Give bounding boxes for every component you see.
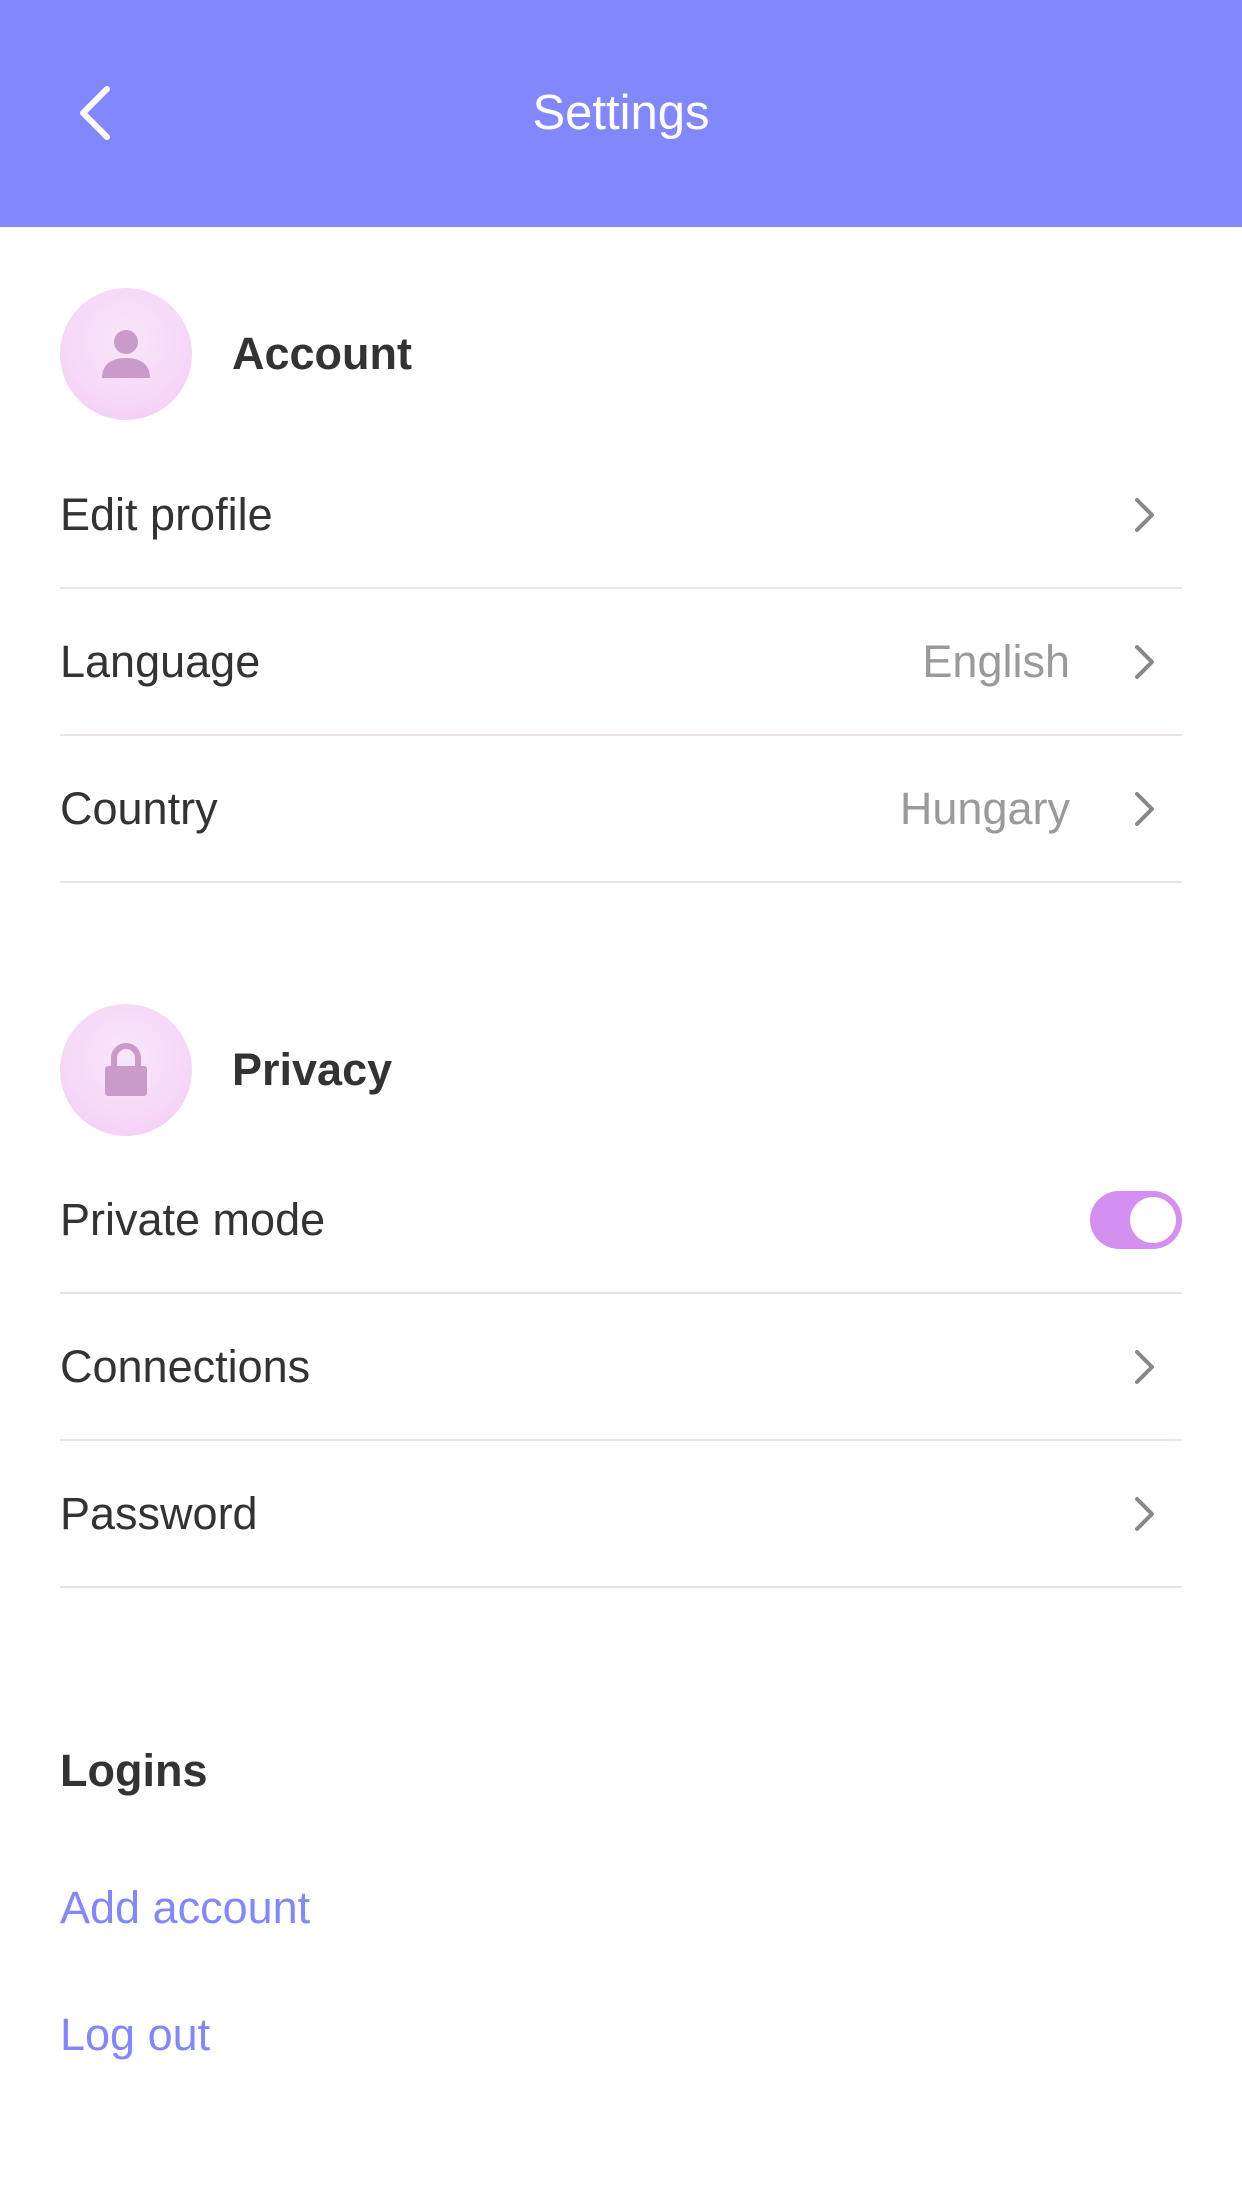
privacy-section-header: Privacy [60,1004,392,1136]
language-value: English [922,636,1070,687]
chevron-right-icon [1130,1494,1160,1534]
private-mode-row: Private mode [60,1148,1182,1294]
add-account-link[interactable]: Add account [60,1882,310,1934]
chevron-right-icon [1130,789,1160,829]
account-section-header: Account [60,288,412,420]
log-out-link[interactable]: Log out [60,2009,210,2061]
chevron-right-icon [1130,495,1160,535]
account-icon-badge [60,288,192,420]
logins-section-title: Logins [60,1745,208,1796]
privacy-section-title: Privacy [232,1044,393,1095]
language-row[interactable]: Language English [60,590,1182,736]
privacy-icon-badge [60,1004,192,1136]
private-mode-toggle[interactable] [1090,1191,1182,1249]
connections-row[interactable]: Connections [60,1295,1182,1441]
account-section-title: Account [232,328,412,379]
password-label: Password [60,1488,258,1539]
user-icon [102,330,150,378]
top-bar: Settings [0,0,1242,227]
language-label: Language [60,636,261,687]
edit-profile-label: Edit profile [60,489,273,540]
country-label: Country [60,783,218,834]
chevron-right-icon [1130,1347,1160,1387]
private-mode-label: Private mode [60,1194,326,1245]
country-row[interactable]: Country Hungary [60,737,1182,883]
page-title: Settings [532,86,710,140]
country-value: Hungary [899,783,1070,834]
toggle-knob [1130,1197,1176,1243]
lock-icon [105,1043,147,1096]
password-row[interactable]: Password [60,1442,1182,1588]
chevron-right-icon [1130,642,1160,682]
connections-label: Connections [60,1341,311,1392]
edit-profile-row[interactable]: Edit profile [60,443,1182,589]
